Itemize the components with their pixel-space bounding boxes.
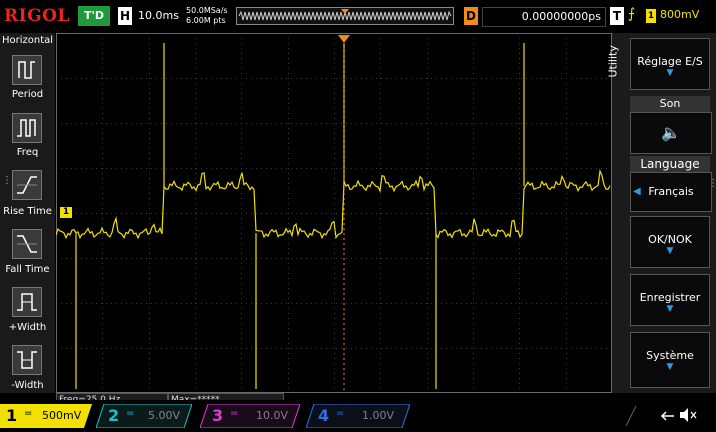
- waveform-display[interactable]: [56, 33, 612, 393]
- ch4-tab[interactable]: 4 = 1.00V: [305, 403, 411, 429]
- trigger-level: 800mV: [660, 8, 700, 21]
- rise-time-icon[interactable]: [12, 170, 42, 200]
- sample-rate: 50.0MSa/s: [186, 6, 228, 15]
- io-settings-label: Réglage E/S: [637, 55, 703, 68]
- system-label: Système: [646, 349, 694, 362]
- fall-time-icon[interactable]: [12, 229, 42, 259]
- record-label: Enregistrer: [639, 291, 701, 304]
- language-value: Français: [648, 185, 694, 198]
- memory-depth: 6.00M pts: [186, 16, 226, 25]
- ch3-scale: 10.0V: [256, 409, 289, 422]
- measure-freq-label: Freq: [16, 147, 39, 158]
- measure-rise-time-label: Rise Time: [3, 206, 52, 217]
- pos-width-icon[interactable]: [12, 287, 42, 317]
- measure-pos-width-label: +Width: [8, 322, 47, 333]
- ch1-number: 1: [6, 406, 18, 425]
- delay-key[interactable]: D: [464, 7, 478, 25]
- mute-icon: [690, 411, 697, 419]
- measure-fall-time-label: Fall Time: [5, 264, 50, 275]
- memory-waveform-preview: [238, 9, 452, 21]
- run-status-badge[interactable]: T'D: [78, 6, 110, 26]
- ch1-coupling-icon: =: [24, 408, 33, 419]
- ch4-number: 4: [318, 406, 330, 425]
- menu-scroll-dots-right: ⋮: [708, 178, 716, 189]
- ch3-coupling-icon: =: [230, 408, 239, 419]
- freq-icon[interactable]: [12, 113, 42, 143]
- ch1-tab[interactable]: 1 = 500mV: [0, 404, 92, 428]
- io-settings-button[interactable]: Réglage E/S ▼: [630, 38, 710, 90]
- chevron-left-icon: ◀: [633, 186, 641, 197]
- ch3-tab[interactable]: 3 = 10.0V: [199, 403, 301, 429]
- system-button[interactable]: Système ▼: [630, 332, 710, 388]
- period-icon[interactable]: [12, 55, 42, 85]
- rigol-logo: RIGOL: [4, 6, 70, 26]
- language-select[interactable]: ◀ Français: [630, 172, 712, 212]
- pass-fail-button[interactable]: OK/NOK ▼: [630, 216, 710, 268]
- neg-width-icon[interactable]: [12, 345, 42, 375]
- usb-icon: [660, 411, 674, 421]
- ch2-number: 2: [108, 406, 120, 425]
- horizontal-key[interactable]: H: [118, 7, 132, 25]
- delay-value: 0.00000000ps: [482, 7, 606, 27]
- memory-position-bar[interactable]: [236, 7, 454, 25]
- usb-status-area: [625, 404, 704, 427]
- sound-toggle-button[interactable]: 🔈: [630, 112, 712, 154]
- record-button[interactable]: Enregistrer ▼: [630, 274, 710, 326]
- speaker-icon: [680, 408, 688, 422]
- chevron-down-icon: ▼: [666, 246, 674, 256]
- trigger-key[interactable]: T: [610, 7, 624, 25]
- chevron-down-icon: ▼: [666, 304, 674, 314]
- pass-fail-label: OK/NOK: [648, 233, 692, 246]
- ch1-scale: 500mV: [42, 409, 82, 422]
- utility-menu-title: Utility: [607, 45, 620, 77]
- sound-header: Son: [630, 96, 710, 112]
- measure-neg-width-label: -Width: [11, 380, 44, 391]
- measure-menu-title: Horizontal: [1, 35, 54, 46]
- ch2-coupling-icon: =: [126, 408, 135, 419]
- ch2-scale: 5.00V: [148, 409, 181, 422]
- ch1-ground-marker[interactable]: 1: [60, 207, 72, 218]
- measure-period-label: Period: [11, 89, 44, 100]
- chevron-down-icon: ▼: [666, 362, 674, 372]
- chevron-down-icon: ▼: [666, 68, 674, 78]
- language-header: Language: [630, 156, 710, 172]
- ch4-scale: 1.00V: [362, 409, 395, 422]
- ch4-coupling-icon: =: [336, 408, 345, 419]
- trigger-channel-badge: 1: [646, 9, 656, 23]
- speaker-icon: 🔈: [661, 123, 681, 142]
- timebase-value: 10.0ms: [138, 9, 179, 22]
- rising-edge-icon: ⨍: [628, 6, 636, 22]
- ch2-tab[interactable]: 2 = 5.00V: [95, 403, 193, 429]
- ch3-number: 3: [212, 406, 224, 425]
- menu-scroll-dots-left: ⋮: [2, 175, 12, 186]
